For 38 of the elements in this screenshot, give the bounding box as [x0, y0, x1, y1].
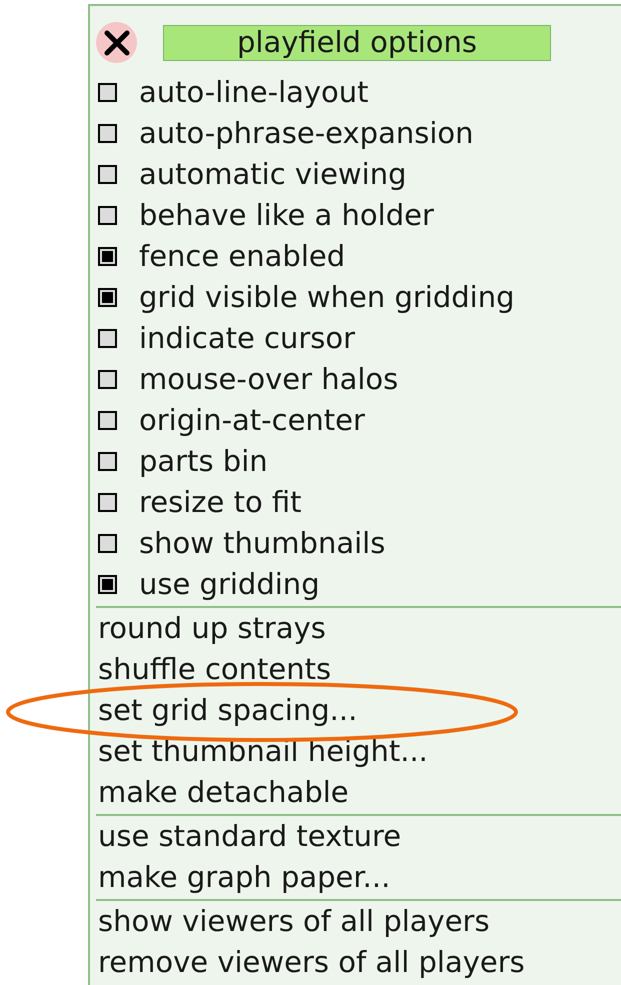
checkbox[interactable] [98, 575, 117, 594]
close-button[interactable] [96, 22, 137, 63]
checkbox[interactable] [98, 493, 117, 512]
menu-item[interactable]: parts bin [90, 441, 621, 482]
checkbox[interactable] [98, 247, 117, 266]
menu-item[interactable]: auto-phrase-expansion [90, 113, 621, 154]
checkbox[interactable] [98, 411, 117, 430]
menu-item[interactable]: fence enabled [90, 236, 621, 277]
menu-item[interactable]: behave like a holder [90, 195, 621, 236]
close-icon [104, 30, 130, 56]
menu-item[interactable]: make detachable [96, 772, 621, 813]
menu-item[interactable]: use standard texture [96, 816, 621, 857]
checkbox[interactable] [98, 206, 117, 225]
menu-item[interactable]: show viewers of all players [96, 901, 621, 942]
menu-item[interactable]: show thumbnails [90, 523, 621, 564]
menu-item[interactable]: remove viewers of all players [96, 942, 621, 983]
menu-item[interactable]: make graph paper... [96, 857, 621, 898]
menu-item[interactable]: set grid spacing... [96, 690, 621, 731]
checkbox[interactable] [98, 452, 117, 471]
menu-item[interactable]: auto-line-layout [90, 72, 621, 113]
checkbox[interactable] [98, 124, 117, 143]
menu-item[interactable]: grid visible when gridding [90, 277, 621, 318]
menu-item[interactable]: set thumbnail height... [96, 731, 621, 772]
menu-item[interactable]: use gridding [90, 564, 621, 605]
checkbox[interactable] [98, 165, 117, 184]
checkbox[interactable] [98, 83, 117, 102]
menu-item[interactable]: round up strays [96, 608, 621, 649]
menu-title: playfield options [163, 24, 551, 60]
checkbox[interactable] [98, 288, 117, 307]
checkbox[interactable] [98, 329, 117, 348]
checkbox[interactable] [98, 534, 117, 553]
menu-item[interactable]: origin-at-center [90, 400, 621, 441]
menu-item[interactable]: automatic viewing [90, 154, 621, 195]
menu-item[interactable]: indicate cursor [90, 318, 621, 359]
menu-item[interactable]: shuffle contents [96, 649, 621, 690]
checkbox[interactable] [98, 370, 117, 389]
menu-item[interactable]: mouse-over halos [90, 359, 621, 400]
menu-item[interactable]: resize to fit [90, 482, 621, 523]
